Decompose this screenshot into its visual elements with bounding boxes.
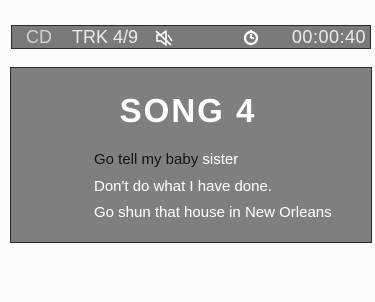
lyrics-panel: SONG 4 Go tell my baby sister Don't do w… <box>10 67 372 243</box>
track-indicator: TRK 4/9 <box>72 27 139 47</box>
clock-icon <box>243 29 259 46</box>
lyric-line-2: Don't do what I have done. <box>94 178 272 195</box>
lyric-line-3: Go shun that house in New Orleans <box>94 204 332 221</box>
elapsed-time: 00:00:40 <box>291 27 366 47</box>
lyric-remaining-portion: Don't do what I have done. <box>94 178 272 195</box>
lyric-remaining-portion: sister <box>198 151 239 168</box>
song-title: SONG 4 <box>119 92 257 129</box>
lyric-sung-portion: Go tell my baby <box>94 151 199 168</box>
mute-icon <box>155 30 173 46</box>
source-label: CD <box>26 27 52 47</box>
lyric-remaining-portion: Go shun that house in New Orleans <box>94 204 332 221</box>
status-bar: CD TRK 4/9 00:00:40 <box>11 25 371 49</box>
lyric-line-1: Go tell my baby sister <box>94 151 238 168</box>
